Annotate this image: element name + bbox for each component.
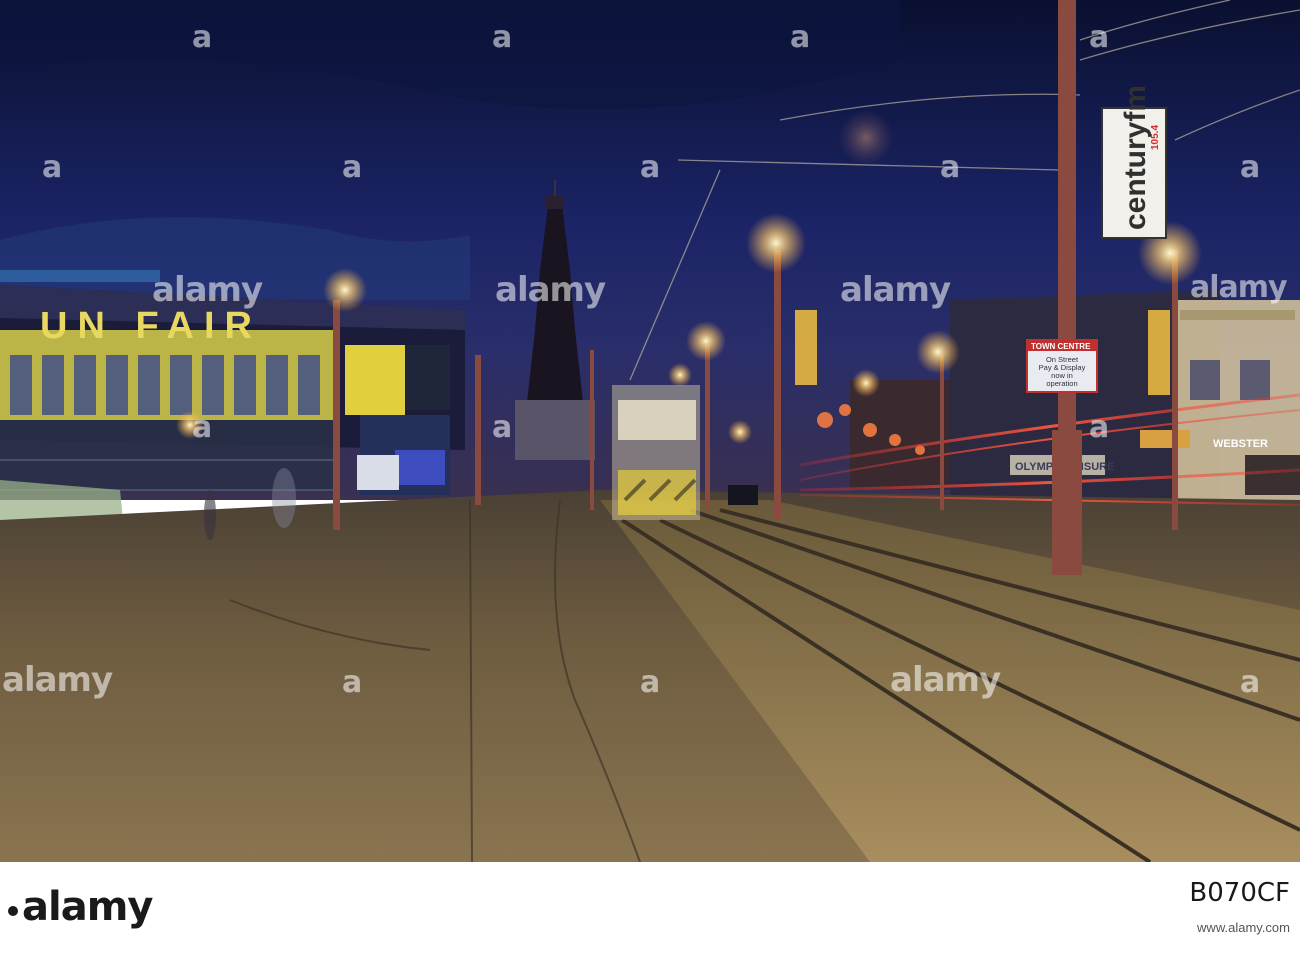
footer-logo: alamy	[8, 884, 153, 930]
watermark-a: a	[1240, 150, 1260, 185]
watermark-a: a	[1089, 20, 1109, 55]
fun-fair-sign: UN FAIR	[40, 305, 262, 347]
van	[357, 455, 399, 490]
watermark-a: a	[342, 665, 362, 700]
watermark-a: a	[192, 20, 212, 55]
footer-image-id: B070CF	[1189, 878, 1290, 908]
watermark-a: a	[1240, 665, 1260, 700]
watermark-a: a	[492, 410, 512, 445]
photo: UN FAIR WEBSTER OLYMPIA LEISURE centuryf…	[0, 0, 1300, 862]
footer-image-id-block: B070CF	[1140, 878, 1290, 908]
watermark-a: a	[1089, 410, 1109, 445]
radio-name: centuryfm	[1119, 85, 1152, 230]
footer-logo-text: alamy	[22, 884, 153, 930]
watermark-a: a	[640, 665, 660, 700]
town-centre-title: TOWN CENTRE	[1031, 342, 1091, 351]
watermark-a: a	[42, 150, 62, 185]
watermark: alamy	[1190, 270, 1288, 305]
watermark-a: a	[940, 150, 960, 185]
pedestrian	[204, 490, 216, 540]
watermark-a: a	[492, 20, 512, 55]
watermark-a: a	[640, 150, 660, 185]
footer-website[interactable]: www.alamy.com	[1140, 920, 1290, 935]
town-centre-line: operation	[1046, 379, 1077, 388]
watermark: alamy	[152, 270, 263, 310]
watermark-a: a	[342, 150, 362, 185]
stock-footer: alamy B070CF www.alamy.com	[0, 862, 1300, 953]
webster-sign: WEBSTER	[1213, 438, 1268, 450]
car	[728, 485, 758, 505]
tram	[612, 385, 700, 520]
watermark: alamy	[495, 270, 606, 310]
watermark-a: a	[790, 20, 810, 55]
lens-flare	[838, 110, 894, 166]
radio-frequency: 105.4	[1150, 125, 1161, 150]
watermark-a: a	[192, 410, 212, 445]
pedestrian	[272, 468, 296, 528]
watermark: alamy	[890, 660, 1001, 700]
watermark: alamy	[2, 660, 113, 700]
watermark: alamy	[840, 270, 951, 310]
